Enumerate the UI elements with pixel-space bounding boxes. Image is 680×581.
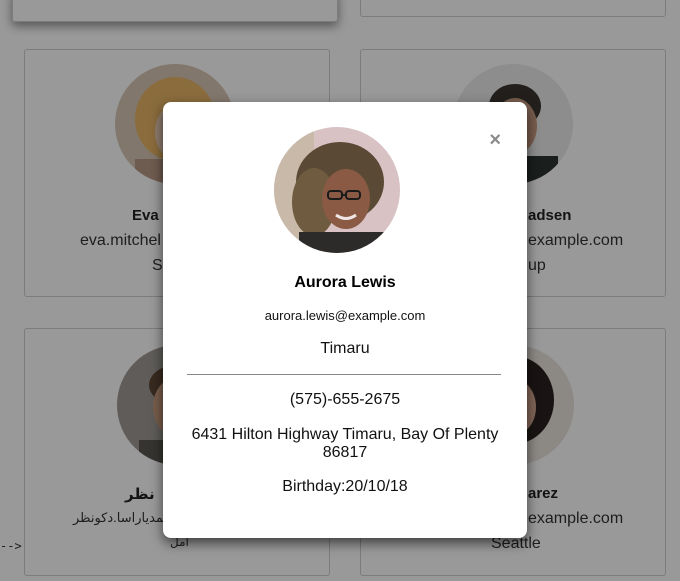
contact-detail-modal: × Aurora Lewis aurora.lewis@example.com … <box>163 102 527 538</box>
avatar <box>274 127 400 253</box>
divider <box>187 374 501 375</box>
close-icon[interactable]: × <box>489 130 501 150</box>
contact-phone: (575)-655-2675 <box>289 391 401 408</box>
contact-address: 6431 Hilton Highway Timaru, Bay Of Plent… <box>191 426 499 461</box>
contact-name: Aurora Lewis <box>294 274 396 291</box>
contact-email: aurora.lewis@example.com <box>264 308 426 323</box>
contact-birthday: Birthday:20/10/18 <box>282 478 408 495</box>
contact-city: Timaru <box>320 340 370 357</box>
